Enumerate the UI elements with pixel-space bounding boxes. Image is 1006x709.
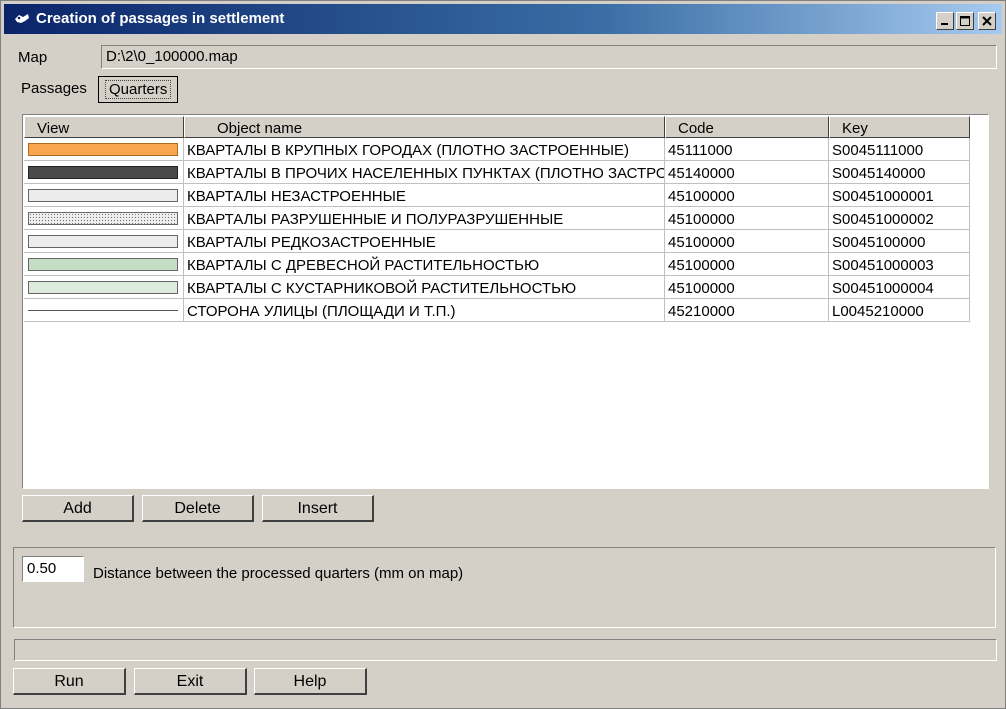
column-header-object-name-label: Object name [217, 120, 303, 137]
cell-object-name: КВАРТАЛЫ НЕЗАСТРОЕННЫЕ [184, 184, 665, 207]
column-header-key-label: Key [842, 120, 868, 137]
table-row[interactable]: КВАРТАЛЫ НЕЗАСТРОЕННЫЕ 45100000 S004510000… [24, 184, 970, 207]
app-icon [15, 14, 29, 23]
table-row[interactable]: КВАРТАЛЫ С КУСТАРНИКОВОЙ РАСТИТЕЛЬНОСТЬЮ… [24, 276, 970, 299]
close-icon [982, 16, 992, 26]
distance-group [13, 547, 996, 628]
map-path-field: D:\2\0_100000.map [101, 45, 997, 69]
tab-quarters[interactable]: Quarters [98, 76, 179, 103]
column-header-code[interactable]: Code [665, 116, 829, 138]
distance-input[interactable]: 0.50 [22, 556, 84, 582]
cell-object-name: КВАРТАЛЫ РАЗРУШЕННЫЕ И ПОЛУРАЗРУШЕННЫЕ [184, 207, 665, 230]
cell-view [24, 253, 184, 276]
table-row[interactable]: СТОРОНА УЛИЦЫ (ПЛОЩАДИ И Т.П.) 45210000 L0… [24, 299, 970, 322]
cell-view [24, 299, 184, 322]
minimize-button[interactable] [936, 12, 954, 30]
column-header-object-name[interactable]: Object name [184, 116, 665, 138]
cell-key: S00451000003 [829, 253, 970, 276]
legend-swatch [28, 189, 178, 202]
legend-swatch [28, 166, 178, 179]
table-row[interactable]: КВАРТАЛЫ В ПРОЧИХ НАСЕЛЕННЫХ ПУНКТАХ (ПЛ… [24, 161, 970, 184]
cell-object-name: КВАРТАЛЫ В ПРОЧИХ НАСЕЛЕННЫХ ПУНКТАХ (ПЛ… [184, 161, 665, 184]
title-bar[interactable]: Creation of passages in settlement [4, 4, 1002, 34]
cell-key: S00451000001 [829, 184, 970, 207]
cell-view [24, 207, 184, 230]
insert-button[interactable]: Insert [262, 495, 374, 522]
legend-swatch [28, 235, 178, 248]
cell-view [24, 161, 184, 184]
tab-passages-label: Passages [21, 80, 87, 97]
cell-code: 45111000 [665, 138, 829, 161]
cell-code: 45100000 [665, 207, 829, 230]
cell-object-name: КВАРТАЛЫ С КУСТАРНИКОВОЙ РАСТИТЕЛЬНОСТЬЮ [184, 276, 665, 299]
tab-passages[interactable]: Passages [15, 76, 93, 103]
window-title: Creation of passages in settlement [36, 10, 285, 27]
map-path-value: D:\2\0_100000.map [106, 48, 238, 65]
cell-code: 45140000 [665, 161, 829, 184]
legend-swatch [28, 143, 178, 156]
quarters-grid[interactable]: View Object name Code Key КВАРТАЛЫ В КРУ… [22, 114, 989, 489]
exit-button[interactable]: Exit [134, 668, 247, 695]
legend-swatch [28, 281, 178, 294]
column-header-view[interactable]: View [24, 116, 184, 138]
cell-view [24, 276, 184, 299]
legend-swatch [28, 310, 178, 311]
cell-view [24, 184, 184, 207]
cell-key: S0045100000 [829, 230, 970, 253]
cell-view [24, 138, 184, 161]
add-button[interactable]: Add [22, 495, 134, 522]
cell-key: S0045111000 [829, 138, 970, 161]
maximize-button[interactable] [956, 12, 974, 30]
column-header-key[interactable]: Key [829, 116, 970, 138]
distance-value: 0.50 [27, 560, 57, 577]
legend-swatch [28, 212, 178, 225]
cell-key: L0045210000 [829, 299, 970, 322]
cell-code: 45100000 [665, 184, 829, 207]
column-header-code-label: Code [678, 120, 714, 137]
cell-code: 45100000 [665, 253, 829, 276]
tab-quarters-label: Quarters [105, 80, 172, 99]
distance-label: Distance between the processed quarters … [93, 565, 464, 582]
progress-bar [14, 639, 997, 661]
table-row[interactable]: КВАРТАЛЫ В КРУПНЫХ ГОРОДАХ (ПЛОТНО ЗАСТР… [24, 138, 970, 161]
cell-object-name: КВАРТАЛЫ РЕДКОЗАСТРОЕННЫЕ [184, 230, 665, 253]
main-window: Creation of passages in settlement Map D… [0, 0, 1006, 709]
cell-key: S0045140000 [829, 161, 970, 184]
cell-object-name: КВАРТАЛЫ В КРУПНЫХ ГОРОДАХ (ПЛОТНО ЗАСТР… [184, 138, 665, 161]
cell-view [24, 230, 184, 253]
cell-object-name: СТОРОНА УЛИЦЫ (ПЛОЩАДИ И Т.П.) [184, 299, 665, 322]
table-row[interactable]: КВАРТАЛЫ РАЗРУШЕННЫЕ И ПОЛУРАЗРУШЕННЫЕ 45… [24, 207, 970, 230]
cell-key: S00451000002 [829, 207, 970, 230]
cell-code: 45100000 [665, 230, 829, 253]
table-row[interactable]: КВАРТАЛЫ С ДРЕВЕСНОЙ РАСТИТЕЛЬНОСТЬЮ 4510… [24, 253, 970, 276]
legend-swatch [28, 258, 178, 271]
cell-code: 45100000 [665, 276, 829, 299]
close-button[interactable] [978, 12, 996, 30]
run-button[interactable]: Run [13, 668, 126, 695]
cell-code: 45210000 [665, 299, 829, 322]
map-label: Map [18, 49, 48, 66]
help-button[interactable]: Help [254, 668, 367, 695]
column-header-view-label: View [37, 120, 70, 137]
table-row[interactable]: КВАРТАЛЫ РЕДКОЗАСТРОЕННЫЕ 45100000 S004510… [24, 230, 970, 253]
minimize-icon [941, 23, 948, 25]
maximize-icon [960, 16, 970, 26]
cell-key: S00451000004 [829, 276, 970, 299]
cell-object-name: КВАРТАЛЫ С ДРЕВЕСНОЙ РАСТИТЕЛЬНОСТЬЮ [184, 253, 665, 276]
delete-button[interactable]: Delete [142, 495, 254, 522]
